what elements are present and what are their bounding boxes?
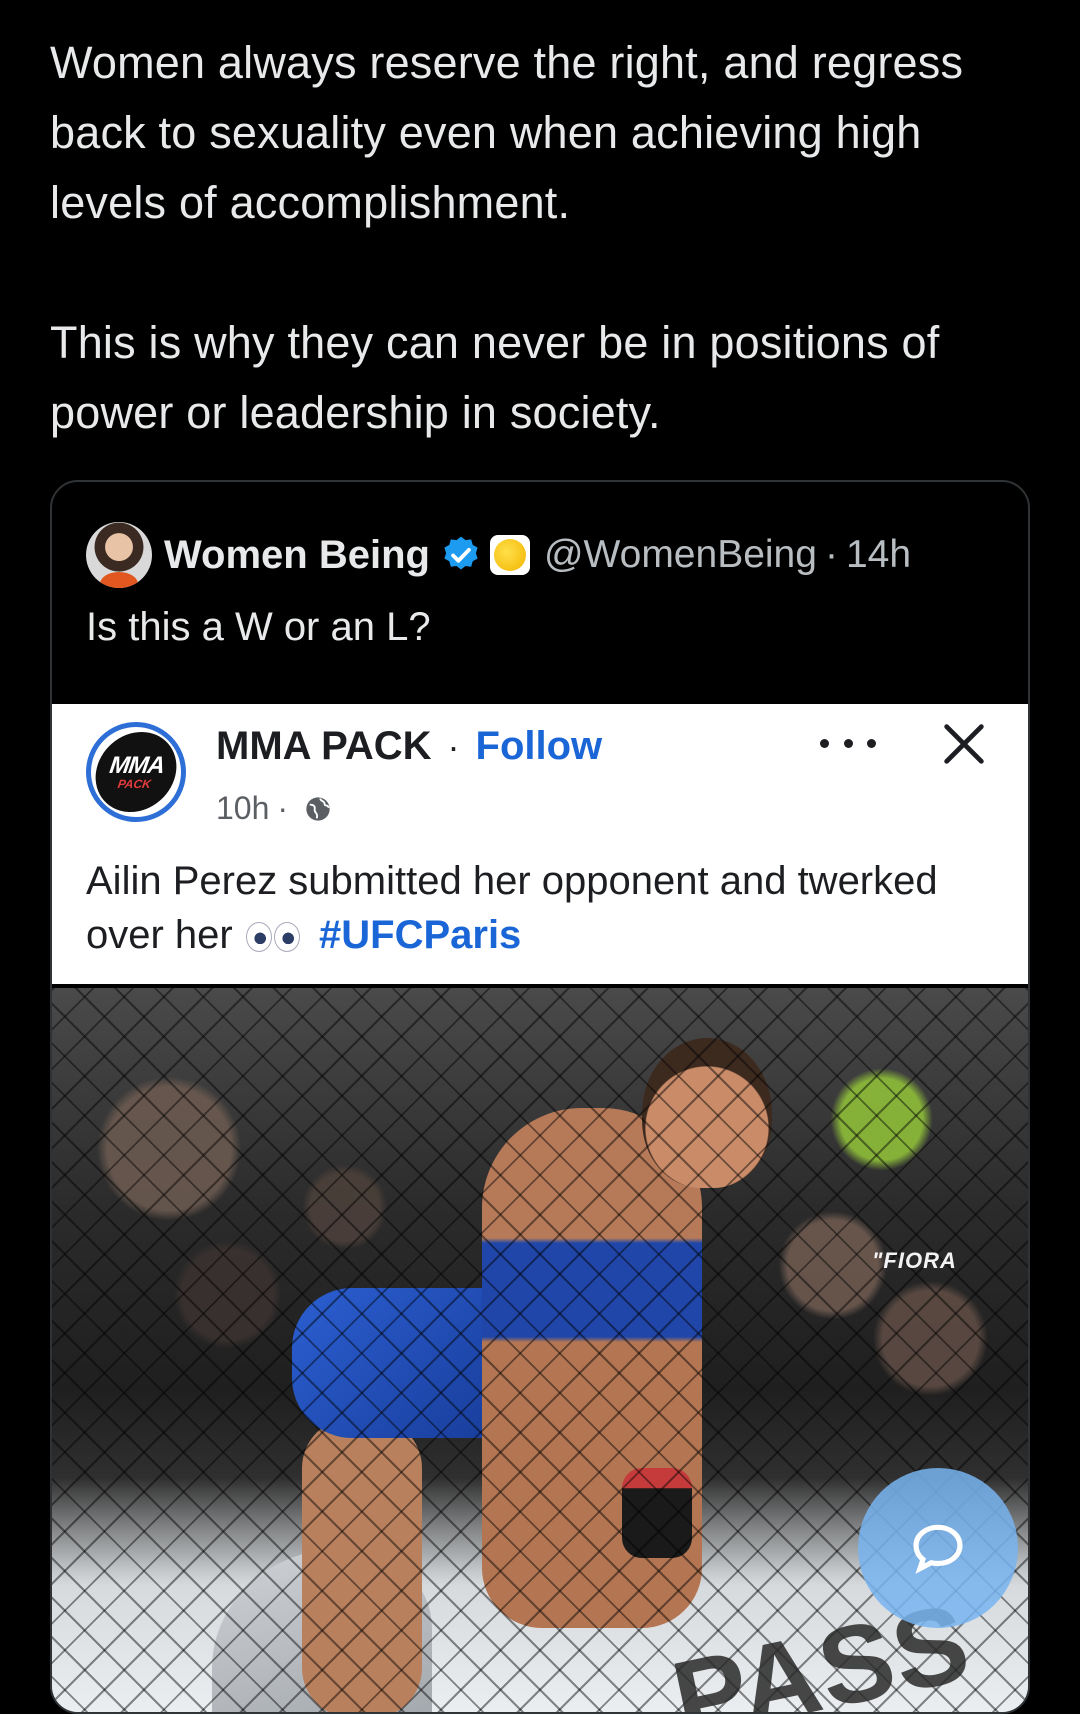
post-meta: 10h · xyxy=(216,790,332,827)
avatar[interactable] xyxy=(86,522,152,588)
separator: · xyxy=(447,725,460,767)
handle[interactable]: @WomenBeing xyxy=(544,533,817,577)
logo-text-top: MMA xyxy=(107,752,166,779)
verified-badge-icon xyxy=(444,536,478,570)
globe-icon xyxy=(306,796,330,821)
page-name-row: MMA PACK · Follow xyxy=(216,724,602,769)
sponsor-text: "FIORA xyxy=(872,1248,957,1273)
page-name[interactable]: MMA PACK xyxy=(216,724,432,769)
more-options-icon[interactable] xyxy=(820,728,876,758)
embedded-post: MMA PACK MMA PACK · Follow 10h · Ailin P… xyxy=(52,704,1028,984)
post-time[interactable]: 10h xyxy=(216,790,269,827)
follow-button[interactable]: Follow xyxy=(476,724,603,769)
post-paragraph-1: Women always reserve the right, and regr… xyxy=(50,37,964,228)
quoted-tweet-text: Is this a W or an L? xyxy=(86,605,431,649)
close-icon[interactable] xyxy=(938,718,990,770)
timestamp[interactable]: 14h xyxy=(846,533,911,577)
yellow-circle-icon xyxy=(489,535,530,575)
post-paragraph-2: This is why they can never be in positio… xyxy=(50,317,940,438)
page-avatar[interactable]: MMA PACK xyxy=(86,722,186,822)
mma-pack-logo: MMA PACK xyxy=(90,732,182,812)
quoted-tweet-header: Women Being @WomenBeing · 14h xyxy=(86,520,911,590)
meta-separator: · xyxy=(277,790,289,826)
chat-button[interactable] xyxy=(858,1468,1018,1628)
embedded-post-text: Ailin Perez submitted her opponent and t… xyxy=(86,854,1006,962)
hashtag-link[interactable]: #UFCParis xyxy=(319,913,521,957)
logo-text-bottom: PACK xyxy=(116,777,152,791)
eyes-emoji-icon xyxy=(245,922,302,953)
post-text: Women always reserve the right, and regr… xyxy=(50,28,1040,448)
chat-bubble-icon xyxy=(913,1524,963,1574)
separator: · xyxy=(824,533,838,576)
display-name[interactable]: Women Being xyxy=(164,533,430,578)
